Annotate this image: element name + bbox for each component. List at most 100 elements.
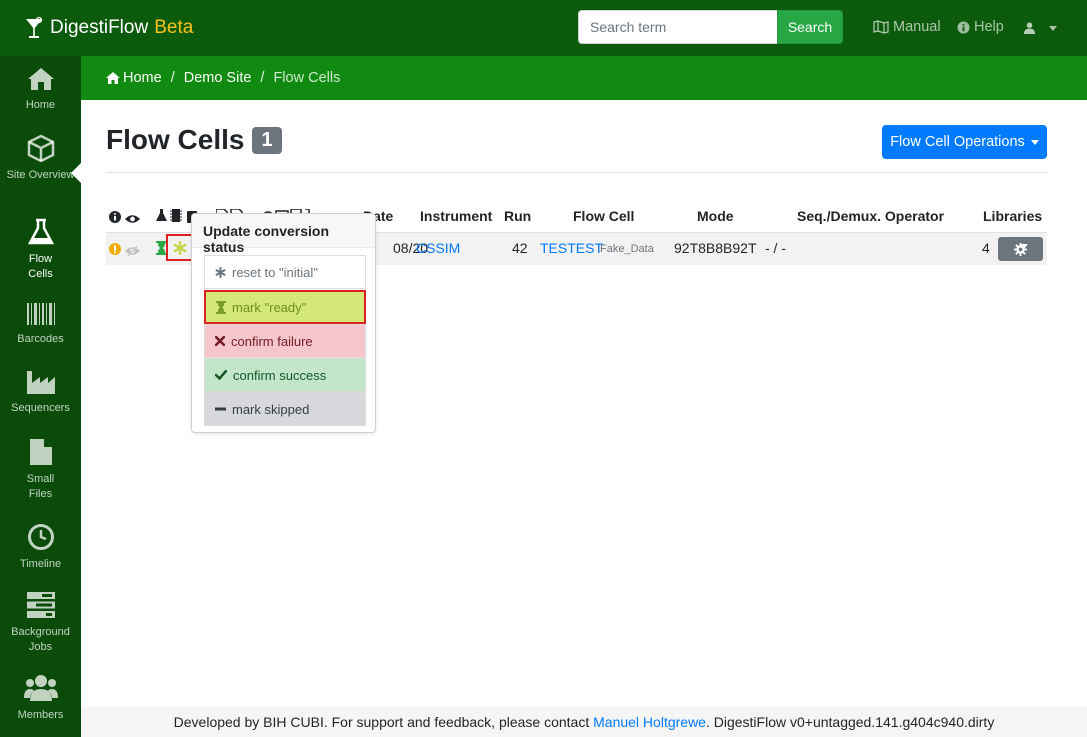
col-operator: Seq./Demux. Operator [797,208,945,224]
popover-title: Update conversion status [192,214,375,255]
sidebar-label-home: Home [25,99,56,111]
row-actions-button[interactable] [998,237,1043,261]
footer-contact-link[interactable]: Manuel Holtgrewe [593,714,706,730]
times-icon [215,336,225,346]
col-run: Run [504,208,532,224]
sidebar-label-sequencers: Sequencers [11,402,70,414]
chevron-down-icon [1030,139,1039,145]
beta-badge: Beta [154,17,194,38]
flask-header-icon [156,209,167,225]
search-input[interactable] [578,10,777,44]
sidebar-label-site-overview: Site Overview [6,169,75,181]
confirm-success-label: confirm success [233,367,327,383]
sidebar-label-flow-cells: Flow Cells [28,253,53,280]
user-icon [1024,22,1035,34]
clock-icon [27,524,54,550]
row-mode: 92T8B8B92T [674,240,757,256]
conversion-status-popover: Update conversion status reset to "initi… [191,213,376,433]
mark-ready-label: mark "ready" [232,299,307,315]
help-label: Help [974,19,1004,35]
help-link[interactable]: Help [957,19,1004,35]
map-icon [873,20,889,34]
info-circle-icon [957,20,970,34]
footer-prefix: Developed by BIH CUBI. For support and f… [173,714,590,730]
sidebar-label-barcodes: Barcodes [17,333,64,345]
sidebar-active-indicator [71,163,81,183]
cocktail-logo-icon [26,16,43,38]
sidebar-item-site-overview[interactable]: Site Overview [0,134,81,183]
count-badge: 1 [252,126,282,154]
manual-link[interactable]: Manual [873,19,941,35]
barcode-icon [26,303,55,325]
flow-cell-operations-button[interactable]: Flow Cell Operations [882,125,1047,159]
file-icon [29,439,52,465]
chip-header-icon [170,209,182,225]
breadcrumb-site[interactable]: Demo Site [184,70,252,86]
page-title-text: Flow Cells [106,124,245,155]
industry-icon [26,371,55,394]
home-icon [27,68,54,90]
minus-icon [215,407,226,411]
info-header-icon [109,210,121,226]
operations-label: Flow Cell Operations [890,134,1025,150]
check-icon [215,370,227,380]
eye-header-icon [125,211,140,227]
sidebar-item-sequencers[interactable]: Sequencers [0,369,81,416]
col-instrument: Instrument [420,208,493,224]
eye-slash-icon[interactable] [125,243,140,259]
manual-label: Manual [893,19,941,35]
user-menu[interactable] [1024,22,1057,34]
sidebar-item-background-jobs[interactable]: Background Jobs [0,591,81,655]
top-navbar: DigestiFlow Beta Search Manual Help [0,0,1087,56]
breadcrumb-current: Flow Cells [273,70,341,86]
mark-ready-option[interactable]: mark "ready" [204,290,366,324]
row-operator: - / - [765,240,786,256]
brand[interactable]: DigestiFlow Beta [24,16,193,40]
confirm-failure-option[interactable]: confirm failure [204,324,366,358]
sidebar-item-members[interactable]: Members [0,674,81,723]
breadcrumb-separator: / [260,70,265,86]
row-libraries: 4 [982,240,990,256]
sidebar-item-barcodes[interactable]: Barcodes [0,302,81,347]
row-flowcell[interactable]: TESTEST [540,240,603,256]
row-run: 42 [512,240,528,256]
breadcrumb: Home / Demo Site / Flow Cells [81,56,1087,100]
sidebar-item-small-files[interactable]: Small Files [0,438,81,502]
sidebar-item-flow-cells[interactable]: Flow Cells [0,218,81,282]
sidebar-item-home[interactable]: Home [0,66,81,113]
footer: Developed by BIH CUBI. For support and f… [81,707,1087,737]
asterisk-icon [215,266,226,278]
reset-initial-option[interactable]: reset to "initial" [204,255,366,289]
warning-icon [109,242,121,258]
sidebar: Home Site Overview Flow Cells Barcodes S… [0,56,81,737]
hourglass-icon [216,300,226,314]
sidebar-label-members: Members [17,709,64,721]
sidebar-label-small-files: Small Files [26,473,55,500]
flask-icon [27,218,54,245]
row-instrument[interactable]: CSSIM [416,240,460,256]
mark-skipped-label: mark skipped [232,401,310,417]
search-button[interactable]: Search [777,10,843,44]
col-flowcell: Flow Cell [573,208,635,224]
tasks-icon [26,592,55,618]
highlight-box [166,234,193,261]
col-libraries: Libraries [983,208,1043,224]
divider [106,172,1047,173]
row-flowcell-label: Fake_Data [600,243,654,255]
search-form: Search [578,10,843,44]
confirm-failure-label: confirm failure [231,333,313,349]
page-title: Flow Cells 1 [106,124,282,156]
mark-skipped-option[interactable]: mark skipped [204,392,366,426]
breadcrumb-separator: / [170,70,175,86]
sidebar-label-background-jobs: Background Jobs [11,626,70,653]
col-mode: Mode [697,208,734,224]
confirm-success-option[interactable]: confirm success [204,358,366,392]
app-name: DigestiFlow [50,17,149,38]
chevron-down-icon [1049,25,1057,31]
breadcrumb-home[interactable]: Home [123,70,162,86]
sidebar-label-timeline: Timeline [19,558,62,570]
cube-icon [27,134,54,162]
chevron-down-icon [1019,244,1028,249]
sidebar-item-timeline[interactable]: Timeline [0,523,81,572]
home-icon [106,72,120,84]
